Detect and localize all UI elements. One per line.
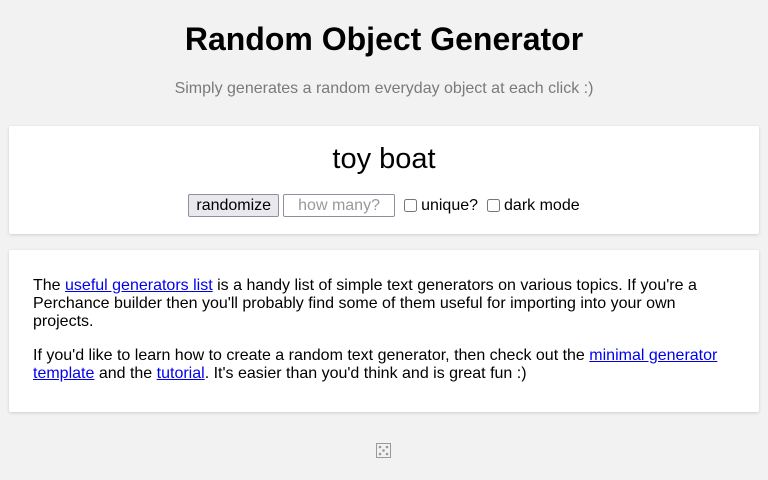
generator-card: toy boat randomize unique? dark mode (9, 126, 759, 234)
useful-generators-list-link[interactable]: useful generators list (65, 277, 213, 294)
info-paragraph-tutorial: If you'd like to learn how to create a r… (33, 347, 718, 382)
unique-label: unique? (421, 196, 479, 214)
generated-output: toy boat (332, 143, 436, 175)
dice-icon[interactable] (376, 443, 391, 458)
info-card: The useful generators list is a handy li… (9, 250, 759, 412)
page-subtitle: Simply generates a random everyday objec… (174, 80, 594, 97)
unique-checkbox[interactable] (404, 199, 418, 212)
info-paragraph-generators-list: The useful generators list is a handy li… (33, 277, 697, 330)
page-title: Random Object Generator (184, 21, 584, 57)
dark-mode-label: dark mode (504, 196, 580, 214)
tutorial-link[interactable]: tutorial (157, 365, 205, 382)
dark-mode-checkbox[interactable] (487, 199, 501, 212)
how-many-input[interactable] (283, 194, 396, 217)
generator-controls: randomize unique? dark mode (9, 194, 759, 217)
randomize-button[interactable]: randomize (188, 194, 280, 217)
